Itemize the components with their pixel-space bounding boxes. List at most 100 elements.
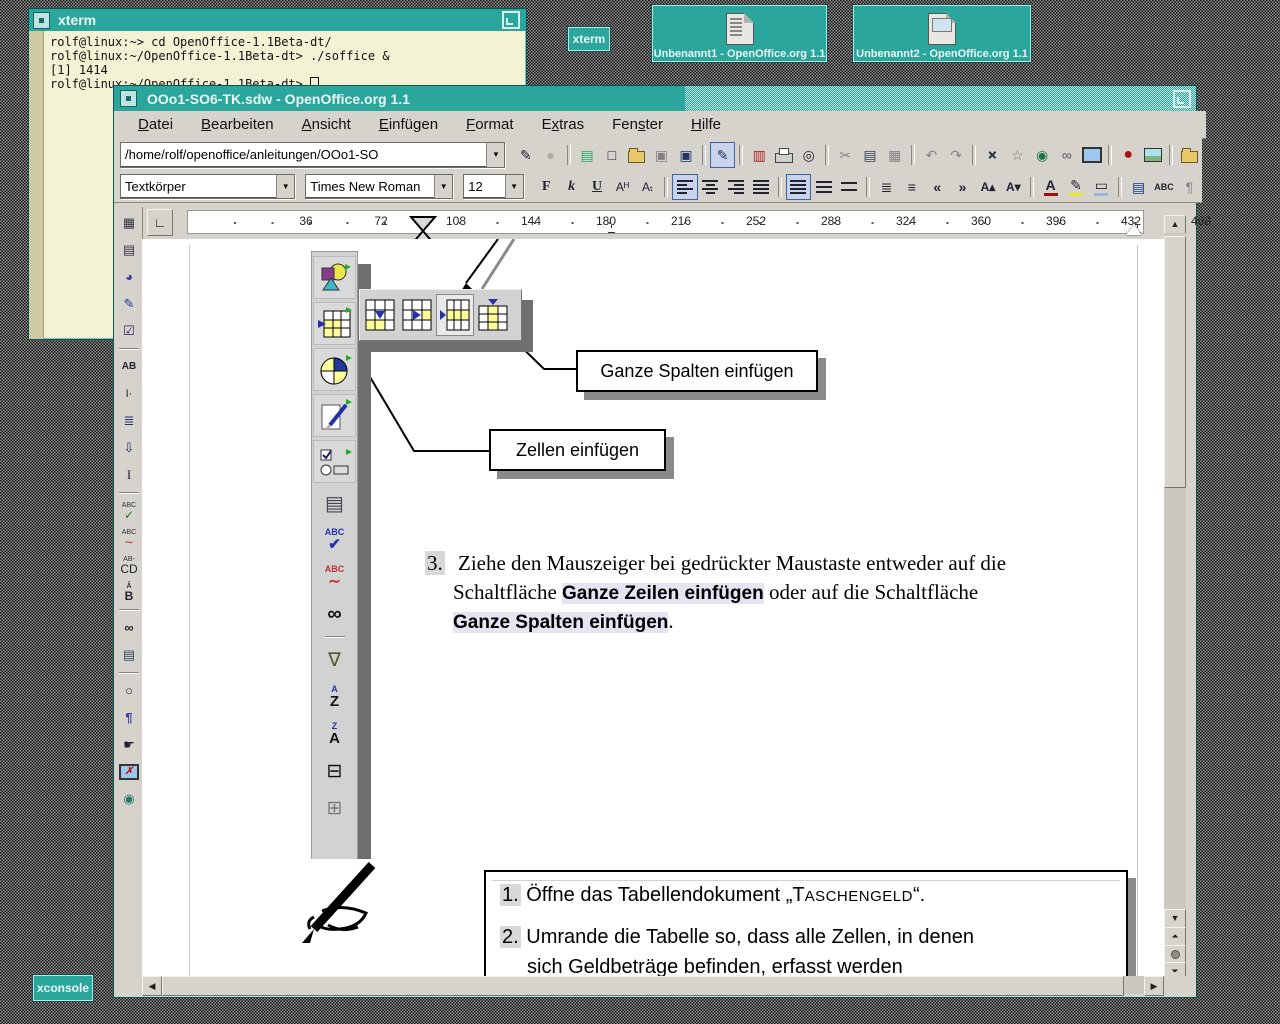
minimized-xconsole[interactable]: xconsole [33,975,93,1001]
print-icon[interactable] [772,142,797,168]
right-margin-marker[interactable] [1126,217,1142,235]
open-template-icon[interactable] [1177,142,1202,168]
insert-chart-icon[interactable]: ◕ [117,265,141,289]
menu-ansicht[interactable]: Ansicht [288,116,365,133]
italic-icon[interactable]: k [559,174,584,200]
minimized-impress-window[interactable]: Unbenannt2 - OpenOffice.org 1.1 [853,5,1031,62]
data-sources-icon[interactable]: ▤ [117,643,141,667]
online-layout-icon[interactable]: ◉ [117,787,141,811]
horizontal-scroll-thumb[interactable] [162,976,1124,996]
export-pdf-icon[interactable]: ▥ [747,142,772,168]
move-down-icon[interactable]: ⇩ [117,436,141,460]
horizontal-scroll-track[interactable] [1124,976,1144,994]
document-area[interactable]: ▤ ABC✔ ABC∼ ∞ ∇ AZ ZA ⊟ ⊞ [142,239,1164,976]
font-name-value[interactable]: Times New Roman [306,179,434,194]
case-change-icon[interactable]: ABC [1151,174,1176,200]
horizontal-ruler[interactable]: 36 72 108 144 180 216 252 288 324 360 39… [175,209,1164,234]
paragraph-style-value[interactable]: Textkörper [121,179,276,194]
xterm-menu-button[interactable] [33,12,50,29]
edit-document-icon[interactable]: ✎ [513,142,538,168]
paragraph-background-icon[interactable]: ▭ [1089,174,1114,200]
insert-graphic-icon[interactable] [1141,142,1166,168]
font-size-combobox[interactable]: 12 ▼ [463,174,523,199]
menu-einfuegen[interactable]: Einfügen [365,116,452,133]
shrink-font-icon[interactable]: A▾ [1001,174,1026,200]
record-macro-icon[interactable]: ● [1116,142,1141,168]
scroll-left-button[interactable]: ◀ [142,976,162,996]
save-all-icon[interactable]: ▣ [674,142,699,168]
increase-indent-icon[interactable]: » [950,174,975,200]
paragraph-dialog-icon[interactable]: ¶ [1177,174,1202,200]
superscript-icon[interactable]: Aᴴ [610,174,635,200]
highlighting-icon[interactable]: ✎ [1063,174,1088,200]
bold-icon[interactable]: F [534,174,559,200]
menu-extras[interactable]: Extras [528,116,599,133]
horizontal-scrollbar[interactable]: ◀ ▶ [142,976,1164,994]
numbered-list-icon[interactable]: ≣ [874,174,899,200]
underline-icon[interactable]: U [584,174,609,200]
hand-tool-icon[interactable]: ☛ [117,733,141,757]
subscript-icon[interactable]: Aₜ [635,174,660,200]
url-dropdown-button[interactable]: ▼ [486,143,504,167]
navigation-button[interactable] [1164,945,1186,963]
scroll-up-button[interactable]: ▲ [1164,215,1186,234]
hyperlink-icon[interactable]: ◉ [1030,142,1055,168]
edit-file-icon[interactable]: ✎ [710,142,735,168]
menu-format[interactable]: Format [452,116,528,133]
font-color-icon[interactable]: A [1038,174,1063,200]
stop-loading-icon[interactable]: ● [538,142,563,168]
save-icon[interactable]: ▣ [649,142,674,168]
window-menu-button[interactable] [120,90,137,107]
menu-fenster[interactable]: Fenster [598,116,677,133]
justify-icon[interactable] [748,174,773,200]
minimized-xterm[interactable]: xterm [568,27,610,51]
xterm-titlebar[interactable]: xterm [29,9,526,31]
form-functions-icon[interactable]: ☑ [117,319,141,343]
size-dropdown-button[interactable]: ▼ [505,175,523,198]
autotext-icon[interactable]: AB [117,355,141,379]
text-cursor-icon[interactable]: I [117,463,141,487]
bullet-list-icon[interactable]: ≡ [899,174,924,200]
nonprinting-chars-icon[interactable]: ¶ [117,706,141,730]
graphics-onoff-icon[interactable]: ✗ [117,760,141,784]
drawing-functions-icon[interactable]: ✎ [117,292,141,316]
menu-hilfe[interactable]: Hilfe [677,116,735,133]
window-titlebar[interactable]: OOo1-SO6-TK.sdw - OpenOffice.org 1.1 [114,86,1196,111]
new-from-template-icon[interactable]: ▤ [575,142,600,168]
align-right-icon[interactable] [723,174,748,200]
insert-table-icon[interactable]: ▦ [117,211,141,235]
url-combobox[interactable]: /home/rolf/openoffice/anleitungen/OOo1-S… [120,142,505,168]
window-maximize-button[interactable] [1173,90,1191,108]
copy-icon[interactable]: ▤ [858,142,883,168]
redo-icon[interactable]: ↷ [944,142,969,168]
undo-icon[interactable]: ↶ [919,142,944,168]
cut-icon[interactable]: ✂ [833,142,858,168]
insert-lines-icon[interactable]: ≣ [117,409,141,433]
align-center-icon[interactable] [698,174,723,200]
align-left-icon[interactable] [672,174,697,200]
scroll-right-button[interactable]: ▶ [1144,976,1164,996]
find-replace-icon[interactable]: ∞ [117,616,141,640]
gallery-icon[interactable] [1079,142,1104,168]
line-spacing-15-icon[interactable] [811,174,836,200]
paste-icon[interactable]: ▦ [882,142,907,168]
page-preview-icon[interactable]: ◎ [796,142,821,168]
vertical-scrollbar[interactable]: ▲ ▼ ⏶ ⏷ [1164,215,1186,979]
font-dropdown-button[interactable]: ▼ [434,175,452,198]
paragraph-style-combobox[interactable]: Textkörper ▼ [120,174,295,199]
spellcheck-icon[interactable]: ABC✓ [117,499,141,523]
menu-datei[interactable]: Datei [124,116,187,133]
menu-bearbeiten[interactable]: Bearbeiten [187,116,288,133]
xterm-scrollbar[interactable] [29,31,44,339]
direct-cursor-icon[interactable]: I· [117,382,141,406]
new-document-icon[interactable]: □ [600,142,625,168]
xterm-maximize-button[interactable] [502,11,520,29]
thesaurus-icon[interactable]: ÂB [117,580,141,604]
font-size-value[interactable]: 12 [464,179,504,194]
link-frames-icon[interactable]: ∞ [1054,142,1079,168]
zoom-icon[interactable]: ○ [117,679,141,703]
hyphenation-icon[interactable]: AB-CD [117,553,141,577]
scroll-down-button[interactable]: ▼ [1164,909,1186,928]
decrease-indent-icon[interactable]: « [925,174,950,200]
tab-type-button[interactable]: ∟ [147,209,173,236]
